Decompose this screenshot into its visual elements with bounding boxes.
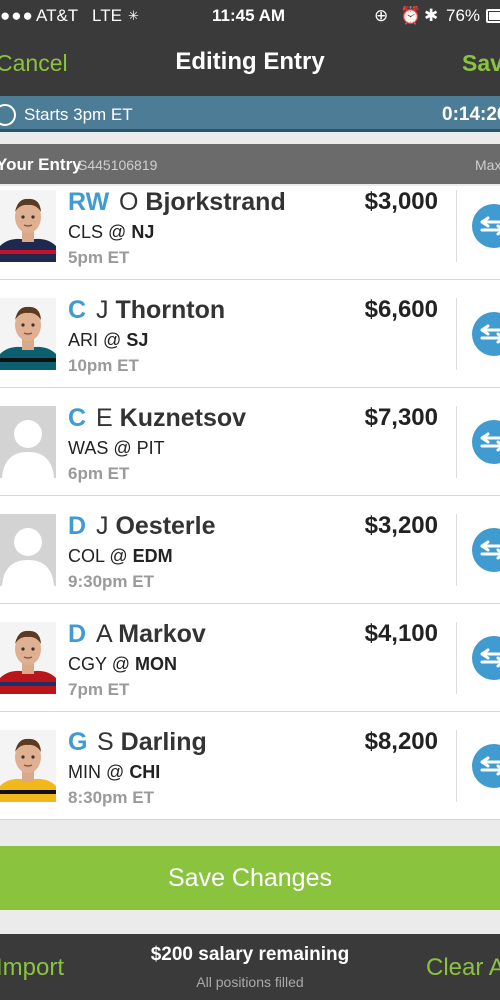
entry-id: S445106819 xyxy=(78,157,158,173)
player-name: S Darling xyxy=(97,728,207,756)
swap-icon xyxy=(480,756,500,776)
player-photo xyxy=(0,298,56,370)
player-name: A Markov xyxy=(96,620,206,648)
player-matchup: CGY @ MON xyxy=(68,654,177,674)
player-matchup: MIN @ CHI xyxy=(68,762,161,782)
game-time: 8:30pm ET xyxy=(68,788,154,807)
row-divider xyxy=(456,514,457,586)
swap-player-button[interactable] xyxy=(472,744,500,788)
player-matchup: ARI @ SJ xyxy=(68,330,149,350)
player-salary: $4,100 xyxy=(364,620,438,647)
player-photo xyxy=(0,190,56,262)
player-salary: $8,200 xyxy=(364,728,438,755)
player-name: O Bjorkstrand xyxy=(119,188,286,216)
player-name: E Kuznetsov xyxy=(96,404,247,432)
game-time: 7pm ET xyxy=(68,680,130,699)
page-title: Editing Entry xyxy=(175,48,325,75)
game-time: 9:30pm ET xyxy=(68,572,154,591)
player-photo xyxy=(0,406,56,478)
swap-player-button[interactable] xyxy=(472,636,500,680)
swap-icon xyxy=(480,432,500,452)
save-changes-button[interactable]: Save Changes xyxy=(0,846,500,910)
player-name: J Oesterle xyxy=(96,512,216,540)
battery-percent: 76% xyxy=(446,6,481,25)
row-divider xyxy=(456,406,457,478)
status-bar: ●●● AT&T LTE ✳ 11:45 AM ⊕ ⏰ ✱ 76% xyxy=(0,0,500,32)
player-position: G xyxy=(68,728,88,756)
positions-status: All positions filled xyxy=(196,974,304,990)
swap-player-button[interactable] xyxy=(472,420,500,464)
swap-player-button[interactable] xyxy=(472,204,500,248)
player-position: D xyxy=(68,620,87,648)
bottom-bar: Import $200 salary remaining All positio… xyxy=(0,934,500,1000)
player-row[interactable]: G S Darling MIN @ CHI 8:30pm ET $8,200 xyxy=(0,712,500,820)
player-photo xyxy=(0,514,56,586)
alarm-icon: ⏰ xyxy=(400,6,422,25)
player-salary: $3,200 xyxy=(364,512,438,539)
player-row[interactable]: C E Kuznetsov WAS @ PIT 6pm ET $7,300 xyxy=(0,388,500,496)
player-position: RW xyxy=(68,188,110,216)
player-matchup: WAS @ PIT xyxy=(68,438,165,458)
player-row[interactable]: RW O Bjorkstrand CLS @ NJ 5pm ET $3,000 xyxy=(0,186,500,280)
swap-icon xyxy=(480,216,500,236)
swap-icon xyxy=(480,540,500,560)
swap-player-button[interactable] xyxy=(472,528,500,572)
entry-max-label: Max xyxy=(475,157,500,173)
row-divider xyxy=(456,622,457,694)
player-position: C xyxy=(68,404,87,432)
player-row[interactable]: D A Markov CGY @ MON 7pm ET $4,100 xyxy=(0,604,500,712)
lineup-list: RW O Bjorkstrand CLS @ NJ 5pm ET $3,000 … xyxy=(0,186,500,820)
game-time: 10pm ET xyxy=(68,356,139,375)
row-divider xyxy=(456,730,457,802)
battery-icon xyxy=(486,9,500,23)
contest-start-bar: Starts 3pm ET 0:14:26 xyxy=(0,96,500,132)
player-salary: $3,000 xyxy=(364,188,438,215)
countdown-timer: 0:14:26 xyxy=(442,104,500,125)
player-matchup: COL @ EDM xyxy=(68,546,173,566)
game-time: 6pm ET xyxy=(68,464,130,483)
player-position: C xyxy=(68,296,87,324)
clock-icon xyxy=(0,104,16,126)
player-row[interactable]: C J Thornton ARI @ SJ 10pm ET $6,600 xyxy=(0,280,500,388)
swap-icon xyxy=(480,324,500,344)
signal-strength-icon: ●●● xyxy=(0,6,34,25)
row-divider xyxy=(456,190,457,262)
entry-header: Your Entry S445106819 Max xyxy=(0,144,500,184)
game-time: 5pm ET xyxy=(68,248,130,267)
salary-remaining: $200 salary remaining xyxy=(150,944,350,965)
entry-label: Your Entry xyxy=(0,155,82,174)
carrier-name: AT&T xyxy=(36,6,79,25)
player-name: J Thornton xyxy=(96,296,226,324)
contest-start-label: Starts 3pm ET xyxy=(24,105,133,124)
swap-player-button[interactable] xyxy=(472,312,500,356)
bluetooth-icon: ✱ xyxy=(424,6,439,25)
activity-spinner-icon: ✳ xyxy=(128,8,139,23)
row-divider xyxy=(456,298,457,370)
network-type: LTE xyxy=(92,6,122,25)
player-photo xyxy=(0,622,56,694)
player-salary: $7,300 xyxy=(364,404,438,431)
save-button[interactable]: Save xyxy=(462,50,500,77)
player-photo xyxy=(0,730,56,802)
player-matchup: CLS @ NJ xyxy=(68,222,155,242)
nav-bar: Cancel Editing Entry Save xyxy=(0,32,500,96)
clear-all-button[interactable]: Clear All xyxy=(426,954,500,982)
swap-icon xyxy=(480,648,500,668)
player-salary: $6,600 xyxy=(364,296,438,323)
rotation-lock-icon: ⊕ xyxy=(374,6,389,25)
player-position: D xyxy=(68,512,87,540)
player-row[interactable]: D J Oesterle COL @ EDM 9:30pm ET $3,200 xyxy=(0,496,500,604)
status-time: 11:45 AM xyxy=(212,6,286,25)
